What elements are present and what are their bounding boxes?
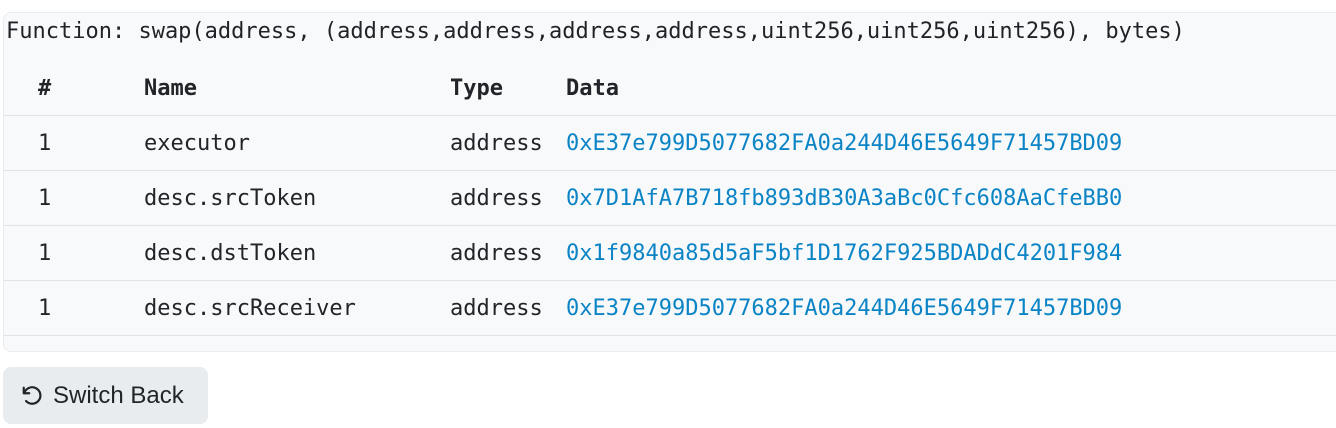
row-num: 1	[38, 240, 52, 266]
switch-back-label: Switch Back	[53, 381, 184, 409]
undo-icon	[21, 385, 43, 407]
switch-back-button[interactable]: Switch Back	[3, 367, 208, 424]
row-name: desc.dstToken	[144, 240, 317, 266]
table-header-row: # Name Type Data	[4, 61, 1336, 116]
row-type: address	[450, 295, 543, 321]
row-name: desc.srcReceiver	[144, 295, 356, 321]
table-row: 1 desc.srcToken address 0x7D1AfA7B718fb8…	[4, 170, 1336, 226]
decoded-params-table: # Name Type Data 1 executor address 0xE3…	[4, 61, 1336, 352]
row-type: address	[450, 185, 543, 211]
row-num: 1	[38, 130, 52, 156]
address-link[interactable]: 0xdF09e48eC3e1ef54861B824CD3A2067111B601…	[566, 336, 1336, 352]
row-type: address	[450, 130, 543, 156]
header-data: Data	[566, 75, 619, 101]
row-name: desc.dstReceiver	[144, 336, 450, 352]
row-num: 1	[4, 336, 144, 352]
function-signature: Function: swap(address, (address,address…	[6, 19, 1185, 44]
table-row: 1 desc.dstToken address 0x1f9840a85d5aF5…	[4, 225, 1336, 281]
header-num: #	[38, 75, 52, 101]
header-name: Name	[144, 75, 197, 101]
table-row: 1 desc.srcReceiver address 0xE37e799D507…	[4, 280, 1336, 336]
row-name: executor	[144, 130, 250, 156]
row-num: 1	[38, 185, 52, 211]
header-type: Type	[450, 75, 503, 101]
row-type: address	[450, 240, 543, 266]
row-name: desc.srcToken	[144, 185, 317, 211]
table-row: 1 executor address 0xE37e799D5077682FA0a…	[4, 115, 1336, 171]
address-link[interactable]: 0xE37e799D5077682FA0a244D46E5649F71457BD…	[566, 281, 1336, 336]
decoded-input-panel: Function: swap(address, (address,address…	[3, 12, 1336, 352]
row-num: 1	[38, 295, 52, 321]
row-type: address	[450, 336, 566, 352]
table-row: 1 desc.dstReceiver address 0xdF09e48eC3e…	[4, 335, 1336, 352]
address-link[interactable]: 0x7D1AfA7B718fb893dB30A3aBc0Cfc608AaCfeB…	[566, 171, 1336, 226]
address-link[interactable]: 0xE37e799D5077682FA0a244D46E5649F71457BD…	[566, 116, 1336, 171]
address-link[interactable]: 0x1f9840a85d5aF5bf1D1762F925BDADdC4201F9…	[566, 226, 1336, 281]
